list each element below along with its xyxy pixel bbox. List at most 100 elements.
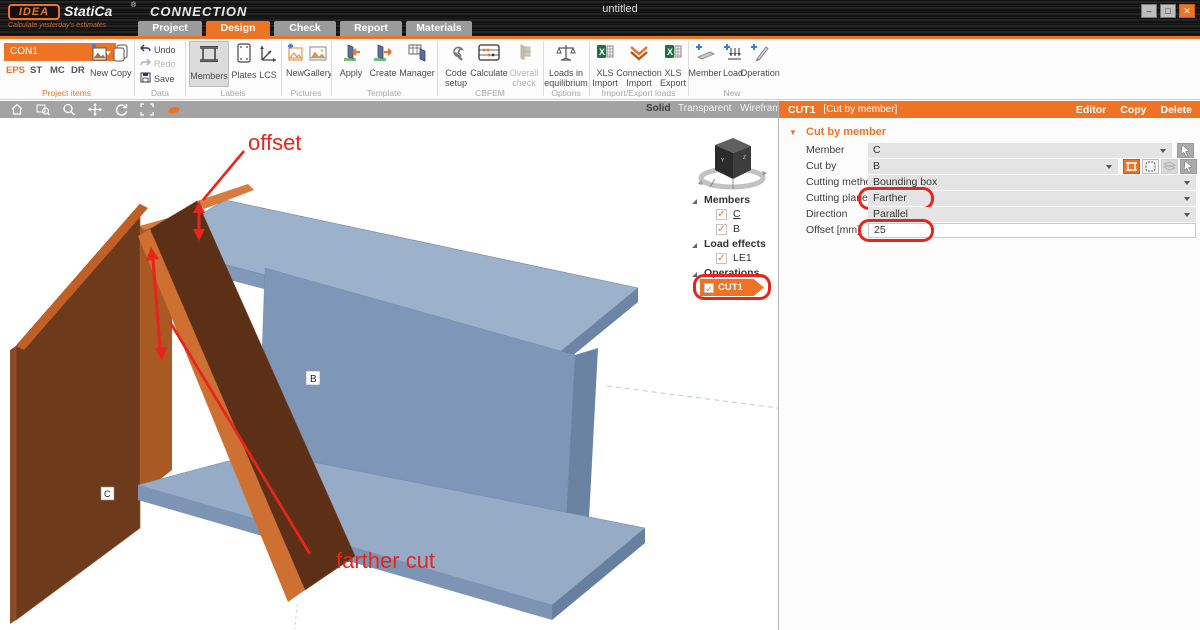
- beam-label: B: [306, 371, 320, 385]
- manager-template-icon: [406, 43, 428, 68]
- xls-export-button[interactable]: X XLS Export: [659, 43, 687, 88]
- redo-icon: [140, 58, 151, 70]
- load-effects-expander[interactable]: [692, 243, 697, 248]
- group-label: Options: [544, 88, 588, 98]
- tab-materials[interactable]: Materials: [406, 21, 472, 36]
- ribbon-group-pictures: New Gallery Pictures: [282, 39, 330, 99]
- zoom-window-icon[interactable]: [36, 103, 50, 116]
- members-icon: [196, 42, 222, 71]
- tree-item-le1[interactable]: LE1: [733, 252, 752, 264]
- group-label: Import/Export loads: [590, 88, 687, 98]
- ribbon-group-options: Loads in equilibrium Options: [544, 39, 588, 99]
- tab-project[interactable]: Project: [138, 21, 202, 36]
- labels-members-toggle[interactable]: Members: [189, 41, 229, 87]
- group-label: CBFEM: [438, 88, 542, 98]
- tab-design[interactable]: Design: [206, 21, 270, 36]
- cut-by-mesh-mode-button[interactable]: [1161, 159, 1178, 174]
- new-project-item-button[interactable]: New: [88, 43, 110, 79]
- home-view-icon[interactable]: [10, 103, 24, 116]
- tab-report[interactable]: Report: [340, 21, 402, 36]
- zoom-icon[interactable]: [62, 103, 76, 116]
- template-create-button[interactable]: Create: [367, 43, 399, 79]
- tree-item-member-b[interactable]: B: [733, 223, 740, 235]
- tree-group-members[interactable]: Members: [704, 194, 750, 206]
- undo-button[interactable]: Undo: [140, 44, 176, 56]
- ribbon-group-template: Apply Create Manager Template: [332, 39, 436, 99]
- tree-item-member-c[interactable]: C: [733, 208, 741, 220]
- new-load-icon: [722, 43, 744, 68]
- idea-logo: IDEA: [8, 4, 60, 20]
- maximize-button[interactable]: □: [1160, 4, 1176, 18]
- group-label: Data: [136, 88, 184, 98]
- members-expander[interactable]: [692, 199, 697, 204]
- labels-plates-toggle[interactable]: Plates: [231, 41, 257, 87]
- plates-icon: [233, 41, 255, 70]
- cut-by-pick-button[interactable]: [1180, 159, 1197, 174]
- checkbox-le1[interactable]: ✓: [716, 253, 727, 264]
- svg-text:C: C: [104, 489, 111, 499]
- loads-in-equilibrium-button[interactable]: Loads in equilibrium: [544, 43, 588, 88]
- offset-annotation-ring: [858, 219, 934, 242]
- template-manager-button[interactable]: Manager: [400, 43, 434, 79]
- type-dr[interactable]: DR: [71, 65, 85, 76]
- code-setup-button[interactable]: Code setup: [440, 43, 472, 88]
- close-button[interactable]: ✕: [1179, 4, 1195, 18]
- weld-display-icon[interactable]: [166, 103, 180, 116]
- offset-label: Offset [mm]: [806, 223, 860, 238]
- type-st[interactable]: ST: [30, 65, 42, 76]
- view-mode-transparent[interactable]: Transparent: [678, 103, 732, 114]
- cut-by-plate-mode-button[interactable]: [1142, 159, 1159, 174]
- ribbon-group-cbfem: Code setup Calculate Overall check CBFEM: [438, 39, 542, 99]
- member-dropdown[interactable]: C: [868, 143, 1172, 158]
- fit-view-icon[interactable]: [140, 103, 154, 116]
- create-template-icon: [372, 43, 394, 68]
- labels-lcs-toggle[interactable]: LCS: [256, 41, 280, 87]
- copy-operation-button[interactable]: Copy: [1120, 104, 1146, 116]
- minimize-button[interactable]: –: [1141, 4, 1157, 18]
- type-mc[interactable]: MC: [50, 65, 65, 76]
- statica-logo-text: StatiCa: [64, 3, 112, 19]
- new-operation-icon: [749, 43, 771, 68]
- view-mode-solid[interactable]: Solid: [646, 103, 670, 114]
- copy-project-item-button[interactable]: Copy: [110, 43, 132, 79]
- calculate-button[interactable]: Calculate: [471, 43, 507, 79]
- checkbox-member-c[interactable]: ✓: [716, 209, 727, 220]
- section-collapse-icon[interactable]: ▼: [789, 128, 797, 137]
- svg-text:B: B: [310, 374, 317, 385]
- checkbox-member-b[interactable]: ✓: [716, 224, 727, 235]
- tab-check[interactable]: Check: [274, 21, 336, 36]
- picture-gallery-button[interactable]: Gallery: [306, 43, 330, 79]
- overall-check-button[interactable]: Overall check: [507, 43, 541, 88]
- wrench-icon: [445, 43, 467, 68]
- connection-import-icon: [628, 43, 650, 68]
- group-label: New: [689, 88, 775, 98]
- rotate-icon[interactable]: [114, 103, 128, 116]
- navigation-cube[interactable]: Y Z: [696, 132, 768, 194]
- axis-dashed-line: [607, 386, 778, 408]
- axis-dashed-line-2: [295, 604, 297, 629]
- delete-operation-button[interactable]: Delete: [1160, 104, 1192, 116]
- tree-group-load-effects[interactable]: Load effects: [704, 238, 766, 250]
- cut-by-dropdown[interactable]: B: [868, 159, 1118, 174]
- cut-by-member-mode-button[interactable]: [1123, 159, 1140, 174]
- group-label: Labels: [186, 88, 280, 98]
- chevron-down-icon: [1184, 197, 1190, 201]
- member-pick-button[interactable]: [1177, 143, 1194, 158]
- operation-header: CUT1 [Cut by member] Editor Copy Delete: [779, 101, 1200, 118]
- redo-button[interactable]: Redo: [140, 58, 176, 70]
- save-button[interactable]: Save: [140, 72, 175, 85]
- new-member-button[interactable]: Member: [689, 43, 721, 79]
- xls-import-icon: X: [595, 43, 615, 68]
- chevron-down-icon: [1160, 149, 1166, 153]
- picture-new-button[interactable]: New: [284, 43, 306, 79]
- connection-import-button[interactable]: Connection Import: [619, 43, 659, 88]
- template-apply-button[interactable]: Apply: [336, 43, 366, 79]
- viewport-3d[interactable]: B C offset farther cut: [0, 118, 778, 630]
- column-back-plate-edge: [10, 346, 16, 624]
- xls-import-button[interactable]: X XLS Import: [591, 43, 619, 88]
- new-operation-button[interactable]: Operation: [745, 43, 775, 79]
- type-eps[interactable]: EPS: [6, 65, 25, 76]
- new-member-icon: [694, 43, 716, 68]
- pan-icon[interactable]: [88, 103, 102, 116]
- editor-button[interactable]: Editor: [1076, 104, 1106, 116]
